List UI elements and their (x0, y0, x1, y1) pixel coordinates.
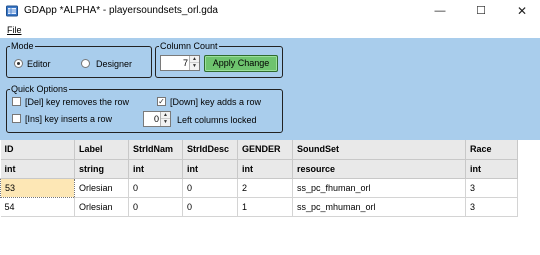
type-cell[interactable]: string (74, 159, 129, 179)
column-header-soundset[interactable]: SoundSet (292, 140, 466, 160)
column-count-value[interactable]: 7 (183, 58, 188, 68)
editor-radio[interactable] (14, 59, 23, 68)
type-cell[interactable]: int (465, 159, 518, 179)
type-cell[interactable]: int (128, 159, 183, 179)
table-cell[interactable]: Orlesian (74, 197, 129, 217)
close-button[interactable]: ✕ (504, 0, 540, 22)
column-header-row: ID Label StrIdNam StrIdDesc GENDER Sound… (0, 140, 518, 160)
editor-radio-label[interactable]: Editor (27, 59, 51, 69)
table-cell[interactable]: 0 (182, 197, 238, 217)
table-cell[interactable]: 0 (128, 197, 183, 217)
table-cell[interactable]: ss_pc_fhuman_orl (292, 178, 466, 198)
designer-radio[interactable] (81, 59, 90, 68)
spin-down-icon[interactable]: ▼ (161, 119, 170, 126)
type-row: int string int int int resource int (0, 159, 518, 179)
spin-down-icon[interactable]: ▼ (190, 63, 199, 70)
type-cell[interactable]: int (0, 159, 75, 179)
type-cell[interactable]: resource (292, 159, 466, 179)
column-header-stridnam[interactable]: StrIdNam (128, 140, 183, 160)
del-removes-label[interactable]: [Del] key removes the row (25, 97, 129, 107)
designer-radio-label[interactable]: Designer (96, 59, 132, 69)
quick-options-title: Quick Options (10, 84, 69, 94)
ins-inserts-label[interactable]: [Ins] key inserts a row (25, 114, 112, 124)
column-count-stepper[interactable]: 7 ▲ ▼ (160, 55, 200, 71)
app-icon (6, 5, 18, 17)
menu-bar: File (0, 23, 540, 38)
table-cell[interactable]: 3 (465, 178, 518, 198)
mode-group: Mode Editor Designer (6, 41, 152, 78)
table-cell[interactable]: 3 (465, 197, 518, 217)
left-columns-value[interactable]: 0 (154, 114, 159, 124)
column-header-id[interactable]: ID (0, 140, 75, 160)
column-count-group: Column Count 7 ▲ ▼ Apply Change (155, 41, 283, 78)
maximize-button[interactable]: ☐ (463, 0, 499, 22)
column-count-spin-buttons[interactable]: ▲ ▼ (189, 56, 199, 70)
table-cell[interactable]: 2 (237, 178, 293, 198)
table-row[interactable]: 53 Orlesian 0 0 2 ss_pc_fhuman_orl 3 (0, 177, 518, 198)
data-grid: ID Label StrIdNam StrIdDesc GENDER Sound… (0, 140, 540, 255)
quick-options-group: Quick Options [Del] key removes the row … (6, 84, 283, 133)
column-header-race[interactable]: Race (465, 140, 518, 160)
type-cell[interactable]: int (182, 159, 238, 179)
options-panel: Mode Editor Designer Column Count 7 ▲ ▼ … (0, 38, 540, 140)
table-cell[interactable]: 1 (237, 197, 293, 217)
down-adds-label[interactable]: [Down] key adds a row (170, 97, 261, 107)
table-cell[interactable]: Orlesian (74, 178, 129, 198)
window-title: GDApp *ALPHA* - playersoundsets_orl.gda (24, 5, 218, 16)
table-cell[interactable]: ss_pc_mhuman_orl (292, 197, 466, 217)
table-row[interactable]: 54 Orlesian 0 0 1 ss_pc_mhuman_orl 3 (0, 197, 518, 217)
table-cell[interactable]: 54 (0, 197, 75, 217)
minimize-button[interactable]: — (422, 0, 458, 22)
column-header-label[interactable]: Label (74, 140, 129, 160)
column-header-striddesc[interactable]: StrIdDesc (182, 140, 238, 160)
left-columns-stepper[interactable]: 0 ▲ ▼ (143, 111, 171, 127)
spin-up-icon[interactable]: ▲ (190, 56, 199, 63)
column-count-title: Column Count (159, 41, 219, 51)
apply-change-button[interactable]: Apply Change (204, 55, 278, 72)
gda-table: ID Label StrIdNam StrIdDesc GENDER Sound… (0, 140, 518, 217)
down-adds-checkbox[interactable]: ✓ (157, 97, 166, 106)
spin-up-icon[interactable]: ▲ (161, 112, 170, 119)
table-cell[interactable]: 0 (182, 178, 238, 198)
ins-inserts-checkbox[interactable] (12, 114, 21, 123)
menu-file[interactable]: File (7, 25, 22, 35)
left-columns-label: Left columns locked (177, 115, 257, 125)
left-columns-spin-buttons[interactable]: ▲ ▼ (160, 112, 170, 126)
title-bar: GDApp *ALPHA* - playersoundsets_orl.gda … (0, 0, 540, 22)
column-header-gender[interactable]: GENDER (237, 140, 293, 160)
mode-group-title: Mode (10, 41, 35, 51)
table-cell[interactable]: 0 (128, 178, 183, 198)
del-removes-checkbox[interactable] (12, 97, 21, 106)
type-cell[interactable]: int (237, 159, 293, 179)
table-cell-selected[interactable]: 53 (0, 177, 75, 198)
